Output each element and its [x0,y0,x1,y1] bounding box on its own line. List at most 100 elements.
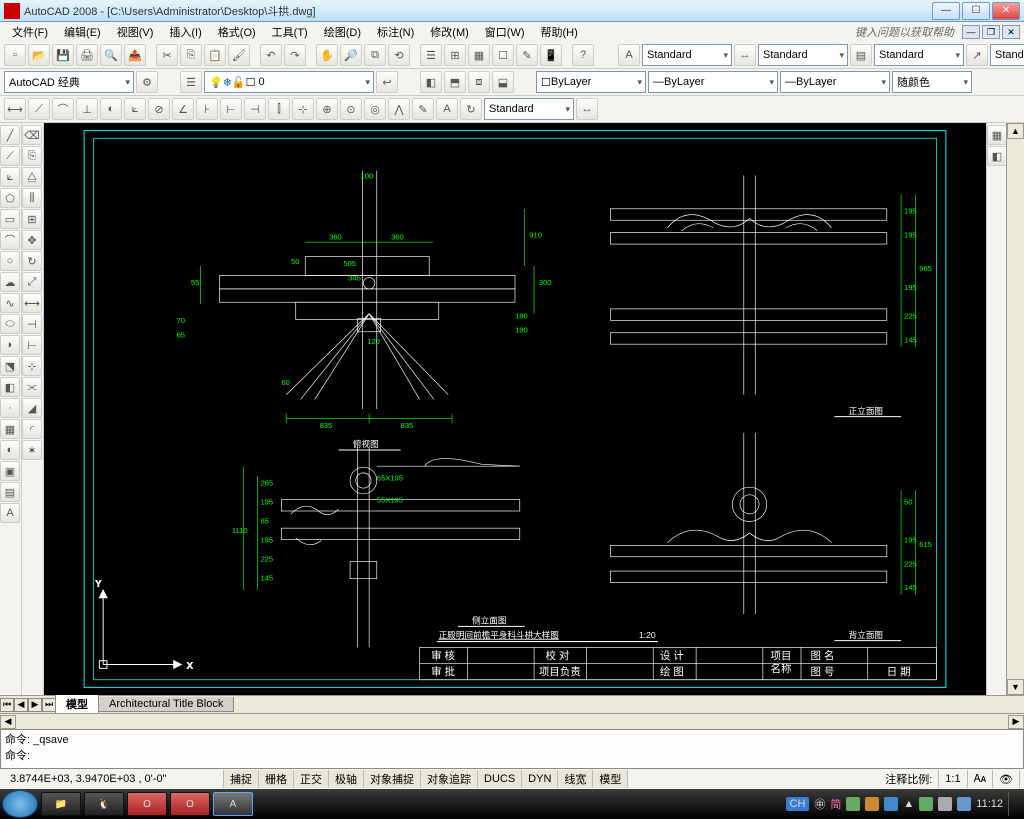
show-desktop-button[interactable] [1008,792,1016,816]
dimedit-icon[interactable]: ✎ [412,98,434,120]
menu-draw[interactable]: 绘图(D) [316,22,369,42]
table-style-dropdown[interactable]: Standard [874,44,964,66]
menu-insert[interactable]: 插入(I) [161,22,209,42]
doc-restore-button[interactable]: ❐ [982,25,1000,39]
dimtedit-icon[interactable]: A [436,98,458,120]
tab-next-icon[interactable]: ▶ [28,698,42,712]
region-icon[interactable]: ▣ [0,461,20,481]
menu-help[interactable]: 帮助(H) [533,22,586,42]
tray-network-icon[interactable] [957,797,971,811]
dimlinear-icon[interactable]: ⟷ [4,98,26,120]
ellipse-icon[interactable]: ⬭ [0,314,20,334]
doc-minimize-button[interactable]: — [962,25,980,39]
menu-window[interactable]: 窗口(W) [477,22,533,42]
erase-icon[interactable]: ⌫ [22,125,42,145]
circle-icon[interactable]: ○ [0,251,20,271]
workspace-dropdown[interactable]: AutoCAD 经典 [4,71,134,93]
offset-icon[interactable]: ⫼ [22,188,42,208]
revcloud-icon[interactable]: ☁ [0,272,20,292]
dimrad-icon[interactable]: ◐ [100,98,122,120]
taskbar-item-app2[interactable]: O [170,792,210,816]
dim-toolbar-style-dropdown[interactable]: Standard [484,98,574,120]
save-icon[interactable]: 💾 [52,44,74,66]
mleaderstyle-icon[interactable]: ↗ [966,44,988,66]
taskbar-item-explorer[interactable]: 📁 [41,792,81,816]
toggle-dyn[interactable]: DYN [522,770,558,788]
toggle-polar[interactable]: 极轴 [329,770,364,788]
dimjog-icon[interactable]: ⟀ [124,98,146,120]
stretch-icon[interactable]: ⟷ [22,293,42,313]
menu-dimension[interactable]: 标注(N) [369,22,422,42]
scroll-right-icon[interactable]: ▶ [1008,715,1024,729]
explode-icon[interactable]: ✶ [22,440,42,460]
tray-expand-icon[interactable]: ▲ [903,798,914,810]
toggle-model[interactable]: 模型 [593,770,628,788]
command-prompt[interactable]: 命令: [5,747,1019,763]
tab-first-icon[interactable]: ⏮ [0,698,14,712]
pan-icon[interactable]: ✋ [316,44,338,66]
start-button[interactable] [2,790,38,818]
ellipsearc-icon[interactable]: ◗ [0,335,20,355]
dimcont-icon[interactable]: ⊣ [244,98,266,120]
open-icon[interactable]: 📂 [28,44,50,66]
rectangle-icon[interactable]: ▭ [0,209,20,229]
insert-icon[interactable]: ⬒ [444,71,466,93]
layer-dropdown[interactable]: 💡❄🔓☐ 0 [204,71,374,93]
tolerance-icon[interactable]: ⊕ [316,98,338,120]
palette2-icon[interactable]: ◧ [987,146,1007,166]
ime-mode-icon[interactable]: ㊥ [814,796,825,812]
line-icon[interactable]: ╱ [0,125,20,145]
dimstyle-btn-icon[interactable]: ↔ [576,98,598,120]
dim-style-dropdown[interactable]: Standard [758,44,848,66]
plot-icon[interactable]: 🖨 [76,44,98,66]
color-dropdown[interactable]: ☐ ByLayer [536,71,646,93]
tray-icon-3[interactable] [884,797,898,811]
fillet-icon[interactable]: ◜ [22,419,42,439]
maximize-button[interactable]: ☐ [962,2,990,20]
zoom-prev-icon[interactable]: ⟲ [388,44,410,66]
scroll-down-icon[interactable]: ▼ [1007,679,1024,695]
tray-volume-icon[interactable] [938,797,952,811]
rotate-icon[interactable]: ↻ [22,251,42,271]
tab-prev-icon[interactable]: ◀ [14,698,28,712]
scroll-left-icon[interactable]: ◀ [0,715,16,729]
dimbase-icon[interactable]: ⊢ [220,98,242,120]
ime-indicator[interactable]: CH [786,797,810,811]
wblock-icon[interactable]: ⬓ [492,71,514,93]
scale-icon[interactable]: ⤢ [22,272,42,292]
help-icon[interactable]: ? [572,44,594,66]
doc-close-button[interactable]: ✕ [1002,25,1020,39]
menu-format[interactable]: 格式(O) [210,22,264,42]
calc-icon[interactable]: 📱 [540,44,562,66]
clock[interactable]: 11:12 [976,798,1003,810]
dimaligned-icon[interactable]: ⟋ [28,98,50,120]
mleader-style-dropdown[interactable]: Standard [990,44,1024,66]
dimspace-icon[interactable]: ⫿ [268,98,290,120]
spline-icon[interactable]: ∿ [0,293,20,313]
polygon-icon[interactable]: ⬠ [0,188,20,208]
dimarc-icon[interactable]: ⌒ [52,98,74,120]
new-icon[interactable]: ▫ [4,44,26,66]
toggle-snap[interactable]: 捕捉 [224,770,259,788]
workspace-settings-icon[interactable]: ⚙ [136,71,158,93]
hatch-icon[interactable]: ▦ [0,419,20,439]
matchprop-icon[interactable]: 🖌 [228,44,250,66]
drawing-canvas[interactable]: X Y [44,123,986,695]
menu-modify[interactable]: 修改(M) [422,22,477,42]
qdim-icon[interactable]: ⊦ [196,98,218,120]
tablestyle-icon[interactable]: ▤ [850,44,872,66]
dcenter-icon[interactable]: ⊞ [444,44,466,66]
tab-model[interactable]: 模型 [55,695,99,714]
copyobj-icon[interactable]: ⎘ [22,146,42,166]
scroll-up-icon[interactable]: ▲ [1007,123,1024,139]
paste-icon[interactable]: 📋 [204,44,226,66]
dimang-icon[interactable]: ∠ [172,98,194,120]
chamfer-icon[interactable]: ◢ [22,398,42,418]
publish-icon[interactable]: 📤 [124,44,146,66]
diminspect-icon[interactable]: ◎ [364,98,386,120]
annovis-icon[interactable]: 👁 [993,770,1020,788]
menu-view[interactable]: 视图(V) [109,22,162,42]
toggle-otrack[interactable]: 对象追踪 [421,770,478,788]
menu-edit[interactable]: 编辑(E) [56,22,109,42]
layer-manager-icon[interactable]: ☰ [180,71,202,93]
